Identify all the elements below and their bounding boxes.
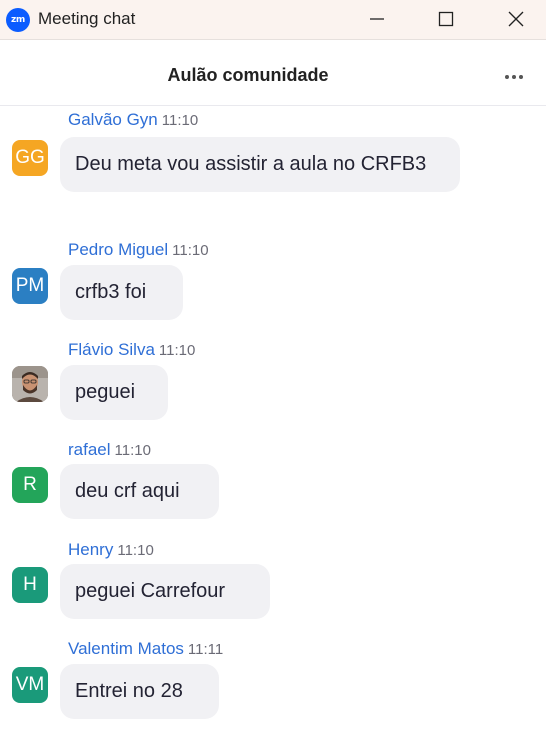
message-time: 11:10 — [161, 112, 199, 129]
message-bubble: crfb3 foi — [60, 265, 183, 320]
maximize-button[interactable] — [423, 0, 469, 38]
avatar[interactable]: H — [12, 567, 48, 603]
message-bubble: deu crf aqui — [60, 464, 219, 519]
message-bubble: peguei Carrefour — [60, 564, 270, 619]
message-sender-line: Valentim Matos 11:11 — [68, 639, 223, 659]
message-time: 11:10 — [117, 542, 154, 559]
avatar[interactable]: GG — [12, 140, 48, 176]
minimize-icon — [370, 18, 384, 20]
message-sender-line: Pedro Miguel 11:10 — [68, 240, 209, 260]
minimize-button[interactable] — [354, 0, 400, 38]
close-icon — [508, 11, 524, 27]
chat-title: Aulão comunidade — [167, 65, 329, 85]
user-photo-icon — [12, 366, 48, 402]
sender-name[interactable]: Flávio Silva — [68, 340, 155, 359]
window-titlebar: zm Meeting chat — [0, 0, 546, 40]
maximize-icon — [438, 11, 454, 27]
message-sender-line: rafael 11:10 — [68, 440, 151, 460]
sender-name[interactable]: Pedro Miguel — [68, 240, 168, 259]
message-bubble: Deu meta vou assistir a aula no CRFB3 — [60, 137, 460, 192]
more-horizontal-icon — [505, 75, 523, 79]
zoom-logo-icon: zm — [6, 8, 30, 32]
message-time: 11:11 — [187, 641, 224, 658]
more-options-button[interactable] — [500, 66, 530, 86]
message-list[interactable]: Galvão Gyn 11:10 GG Deu meta vou assistir… — [0, 107, 546, 740]
chat-header: Aulão comunidade — [0, 44, 546, 106]
avatar[interactable] — [12, 366, 48, 402]
message-bubble: Entrei no 28 — [60, 664, 219, 719]
message-time: 11:10 — [172, 242, 209, 259]
avatar[interactable]: VM — [12, 667, 48, 703]
sender-name[interactable]: Henry — [68, 540, 113, 559]
avatar[interactable]: R — [12, 467, 48, 503]
avatar[interactable]: PM — [12, 268, 48, 304]
sender-name[interactable]: Valentim Matos — [68, 639, 184, 658]
close-button[interactable] — [493, 0, 539, 38]
message-sender-line: Galvão Gyn 11:10 — [68, 110, 198, 130]
message-bubble: peguei — [60, 365, 168, 420]
message-time: 11:10 — [114, 442, 151, 459]
sender-name[interactable]: Galvão Gyn — [68, 110, 158, 129]
message-time: 11:10 — [158, 342, 196, 359]
window-title: Meeting chat — [38, 9, 136, 28]
message-sender-line: Henry 11:10 — [68, 540, 154, 560]
sender-name[interactable]: rafael — [68, 440, 111, 459]
message-sender-line: Flávio Silva 11:10 — [68, 340, 195, 360]
